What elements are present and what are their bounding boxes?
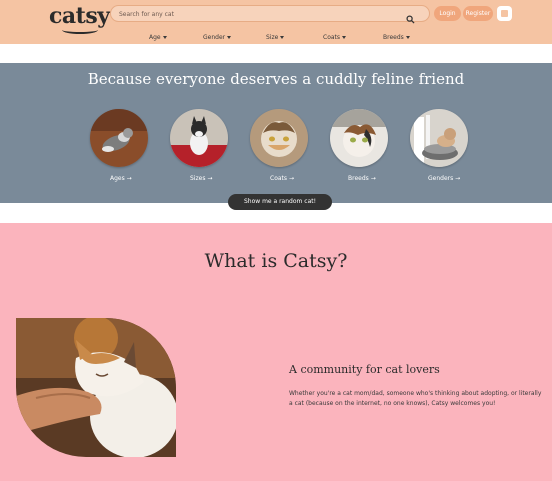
- cat-image-coats[interactable]: [250, 109, 308, 167]
- nav-item-age[interactable]: Age: [149, 34, 167, 41]
- chevron-down-icon: [342, 36, 347, 39]
- arrow-right-icon: →: [455, 175, 461, 182]
- nav-item-size[interactable]: Size: [266, 34, 285, 41]
- search-bar: [110, 5, 430, 24]
- search-input[interactable]: [119, 7, 399, 21]
- description-text: Whether you're a cat mom/dad, someone wh…: [289, 390, 542, 407]
- nav-item-gender[interactable]: Gender: [203, 34, 232, 41]
- hero-title: Because everyone deserves a cuddly felin…: [87, 70, 465, 88]
- category-link-sizes[interactable]: Sizes →: [190, 175, 212, 182]
- subheading: A community for cat lovers: [289, 363, 440, 376]
- chevron-down-icon: [280, 36, 285, 39]
- chevron-down-icon: [405, 36, 410, 39]
- category-link-ages[interactable]: Ages →: [110, 175, 132, 182]
- cat-image-sizes[interactable]: [170, 109, 228, 167]
- chevron-down-icon: [162, 36, 167, 39]
- search-icon[interactable]: [406, 9, 415, 24]
- nav-item-coats[interactable]: Coats: [323, 34, 347, 41]
- arrow-right-icon: →: [126, 175, 132, 182]
- section-title: What is Catsy?: [204, 250, 348, 272]
- cat-image-ages[interactable]: [90, 109, 148, 167]
- arrow-right-icon: →: [370, 175, 376, 182]
- chevron-down-icon: [227, 36, 232, 39]
- cart-icon[interactable]: [497, 6, 512, 21]
- login-button[interactable]: Login: [434, 6, 461, 21]
- arrow-right-icon: →: [288, 175, 294, 182]
- register-button[interactable]: Register: [463, 6, 493, 21]
- category-nav: Age Gender Size Coats Breeds: [0, 34, 552, 44]
- cat-photo: [16, 318, 176, 457]
- about-section: What is Catsy? A community for cat lover…: [0, 223, 552, 481]
- arrow-right-icon: →: [207, 175, 213, 182]
- random-cat-button[interactable]: Show me a random cat!: [228, 194, 332, 210]
- site-header: catsy Login Register Age Gender Size Coa…: [0, 0, 552, 44]
- category-link-coats[interactable]: Coats →: [270, 175, 294, 182]
- nav-item-breeds[interactable]: Breeds: [383, 34, 410, 41]
- cat-image-breeds[interactable]: [330, 109, 388, 167]
- cat-image-genders[interactable]: [410, 109, 468, 167]
- hero-section: Because everyone deserves a cuddly felin…: [0, 63, 552, 203]
- category-link-breeds[interactable]: Breeds →: [348, 175, 376, 182]
- logo-swoosh: [62, 26, 98, 34]
- category-link-genders[interactable]: Genders →: [428, 175, 460, 182]
